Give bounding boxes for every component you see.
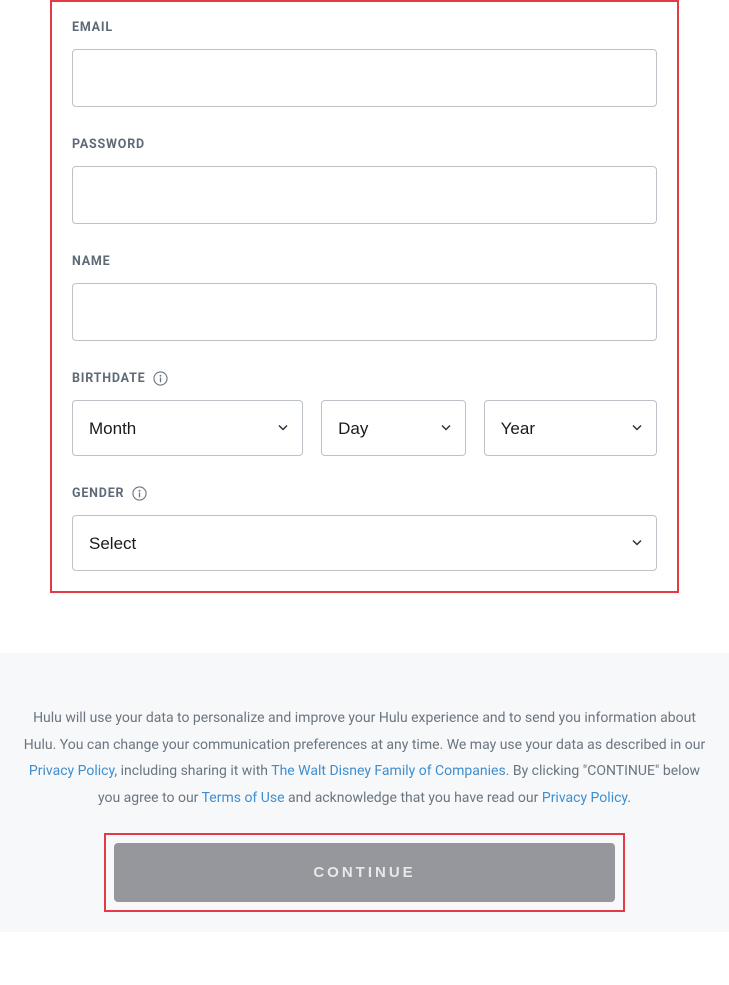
terms-of-use-link[interactable]: Terms of Use xyxy=(202,790,285,806)
info-icon[interactable] xyxy=(132,486,147,501)
email-label: EMAIL xyxy=(72,20,657,35)
password-group: PASSWORD xyxy=(72,137,657,224)
legal-segment: . xyxy=(627,790,631,806)
name-input[interactable] xyxy=(72,283,657,341)
day-select[interactable]: Day xyxy=(321,400,465,456)
gender-select-wrap: Select xyxy=(72,515,657,571)
month-select-wrap: Month xyxy=(72,400,303,456)
password-label: PASSWORD xyxy=(72,137,657,152)
birthdate-group: BIRTHDATE Month Day xyxy=(72,371,657,456)
continue-highlight-box: CONTINUE xyxy=(104,833,625,912)
legal-segment: and acknowledge that you have read our xyxy=(285,790,542,806)
email-group: EMAIL xyxy=(72,20,657,107)
year-select-wrap: Year xyxy=(484,400,657,456)
birthdate-label: BIRTHDATE xyxy=(72,371,657,386)
gender-group: GENDER Select xyxy=(72,486,657,571)
bottom-section: Hulu will use your data to personalize a… xyxy=(0,653,729,932)
privacy-policy-link[interactable]: Privacy Policy xyxy=(29,763,114,779)
month-select[interactable]: Month xyxy=(72,400,303,456)
gender-label-text: GENDER xyxy=(72,486,124,501)
email-input[interactable] xyxy=(72,49,657,107)
year-select[interactable]: Year xyxy=(484,400,657,456)
info-icon[interactable] xyxy=(153,371,168,386)
birthdate-row: Month Day Year xyxy=(72,400,657,456)
legal-segment: Hulu will use your data to personalize a… xyxy=(24,710,705,753)
form-highlight-box: EMAIL PASSWORD NAME BIRTHDATE Month xyxy=(50,0,679,593)
name-label: NAME xyxy=(72,254,657,269)
name-group: NAME xyxy=(72,254,657,341)
gender-row: Select xyxy=(72,515,657,571)
gender-select[interactable]: Select xyxy=(72,515,657,571)
continue-button[interactable]: CONTINUE xyxy=(114,843,615,902)
disney-family-link[interactable]: The Walt Disney Family of Companies xyxy=(271,763,505,779)
birthdate-label-text: BIRTHDATE xyxy=(72,371,145,386)
day-select-wrap: Day xyxy=(321,400,465,456)
privacy-policy-link-2[interactable]: Privacy Policy xyxy=(542,790,627,806)
form-section: EMAIL PASSWORD NAME BIRTHDATE Month xyxy=(0,0,729,593)
legal-text: Hulu will use your data to personalize a… xyxy=(20,705,709,811)
password-input[interactable] xyxy=(72,166,657,224)
gender-label: GENDER xyxy=(72,486,657,501)
legal-segment: , including sharing it with xyxy=(114,763,271,779)
